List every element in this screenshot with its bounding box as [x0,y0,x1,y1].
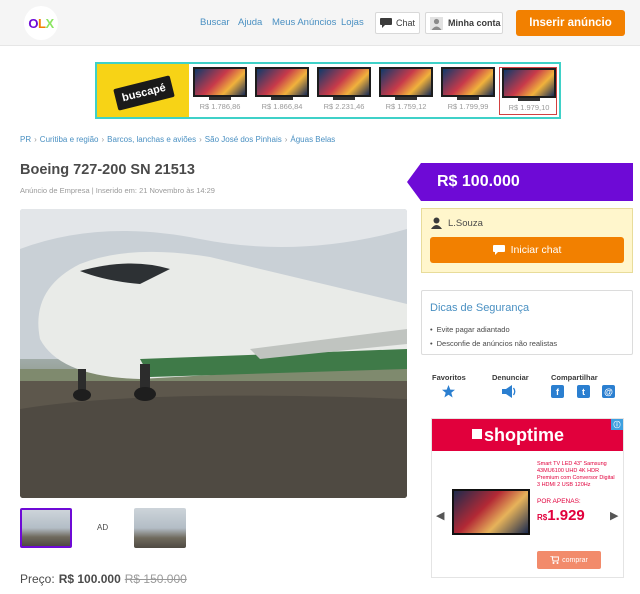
user-icon [430,16,443,30]
shoptime-brand: shoptime [484,424,565,445]
nav-meus-anuncios[interactable]: Meus Anúncios [272,17,336,28]
breadcrumb-item[interactable]: São José dos Pinhais [205,135,282,144]
chevron-left-icon[interactable]: ◀ [436,509,444,522]
ad-product-text: Smart TV LED 43" Samsung 43MU6100 UHD 4K… [537,461,615,488]
breadcrumb-item[interactable]: Curitiba e região [40,135,99,144]
buscape-logo: buscapé [97,64,189,117]
ad-price-currency: R$ [537,513,548,522]
airplane-image [20,209,407,498]
twitter-icon[interactable]: t [577,385,590,398]
price-flag: R$ 100.000 [407,163,633,201]
user-icon [431,217,442,229]
footer-price: Preço: R$ 100.000 R$ 150.000 [20,572,187,586]
ad-offer-label: POR APENAS: [537,498,581,505]
chat-icon [380,18,392,28]
old-price: R$ 150.000 [124,572,187,586]
shoptime-logo-icon [472,429,482,439]
ad-tv-image [452,489,530,541]
banner-tv-3[interactable]: R$ 2.231,46 [315,67,373,115]
listing-title: Boeing 727-200 SN 21513 [20,162,195,178]
start-chat-button[interactable]: Iniciar chat [430,237,624,263]
favorites-label[interactable]: Favoritos [432,373,466,382]
logo-letter-o: O [28,15,38,31]
my-account-label: Minha conta [448,18,501,28]
logo-letter-x: X [45,15,54,31]
breadcrumb-item[interactable]: Águas Belas [290,135,335,144]
thumbnail-ad-label: AD [97,523,109,532]
buscape-banner-ad[interactable]: buscapé R$ 1.786,86 R$ 1.866,84 R$ 2.231… [95,62,561,119]
photo-thumbnails: AD [20,508,407,548]
nav-lojas[interactable]: Lojas [341,17,364,28]
main-photo[interactable] [20,209,407,498]
chat-icon [492,245,505,255]
logo-letter-l: L [38,15,46,31]
banner-tv-1[interactable]: R$ 1.786,86 [191,67,249,115]
cart-icon [550,556,560,564]
megaphone-icon[interactable] [502,385,517,398]
breadcrumb-item[interactable]: Barcos, lanchas e aviões [107,135,196,144]
star-icon[interactable] [442,385,455,398]
banner-tv-price: R$ 1.759,12 [385,102,427,111]
facebook-icon[interactable]: f [551,385,564,398]
breadcrumb-item[interactable]: PR [20,135,31,144]
banner-tv-price: R$ 1.786,86 [199,102,241,111]
seller-name: L.Souza [431,217,483,229]
seller-name-text: L.Souza [448,217,483,229]
safety-tips-list: Evite pagar adiantado Desconfie de anúnc… [430,325,558,353]
banner-tv-price: R$ 1.979,10 [508,103,550,112]
current-price: R$ 100.000 [58,572,121,586]
breadcrumb: PR › Curitiba e região › Barcos, lanchas e a… [20,135,336,144]
start-chat-label: Iniciar chat [510,244,562,256]
buscape-brand: buscapé [113,75,175,111]
banner-tv-price: R$ 1.799,99 [447,102,489,111]
listing-subtitle: Anúncio de Empresa | Inserido em: 21 Nov… [20,186,215,195]
price-label: Preço: [20,572,55,586]
nav-ajuda[interactable]: Ajuda [238,17,262,28]
top-header: OLX Buscar Ajuda Meus Anúncios Lojas Cha… [0,0,640,46]
ad-price-value: 1.929 [547,507,585,524]
ad-info-icon[interactable]: ⓘ [611,419,623,430]
safety-tip-item: Desconfie de anúncios não realistas [430,339,558,348]
ad-buy-button[interactable]: comprar [537,551,601,569]
ad-buy-label: comprar [562,556,588,564]
chevron-right-icon[interactable]: ▶ [610,509,618,522]
banner-tv-2[interactable]: R$ 1.866,84 [253,67,311,115]
nav-buscar[interactable]: Buscar [200,17,230,28]
banner-tv-5[interactable]: R$ 1.799,99 [439,67,497,115]
email-icon[interactable]: @ [602,385,615,398]
banner-tv-price: R$ 1.866,84 [261,102,303,111]
my-account-button[interactable]: Minha conta [425,12,503,34]
thumbnail-1[interactable] [20,508,72,548]
report-label[interactable]: Denunciar [492,373,529,382]
shoptime-header: shoptime ⓘ [432,419,623,451]
chat-label: Chat [396,18,416,28]
banner-tv-4[interactable]: R$ 1.759,12 [377,67,435,115]
insert-ad-button[interactable]: Inserir anúncio [516,10,625,36]
chat-button[interactable]: Chat [375,12,420,34]
thumbnail-2[interactable] [134,508,186,548]
ad-price: R$1.929 [537,507,585,524]
shoptime-ad[interactable]: shoptime ⓘ ◀ ▶ Smart TV LED 43" Samsung … [431,418,624,578]
banner-tv-price: R$ 2.231,46 [323,102,365,111]
seller-box: L.Souza Iniciar chat [421,208,633,273]
safety-tips-title[interactable]: Dicas de Segurança [430,302,529,314]
olx-logo[interactable]: OLX [24,6,58,40]
safety-tips-box: Dicas de Segurança Evite pagar adiantado… [421,290,633,355]
share-label[interactable]: Compartilhar [551,373,598,382]
banner-tv-6[interactable]: R$ 1.979,10 [499,67,557,115]
safety-tip-item: Evite pagar adiantado [430,325,557,334]
